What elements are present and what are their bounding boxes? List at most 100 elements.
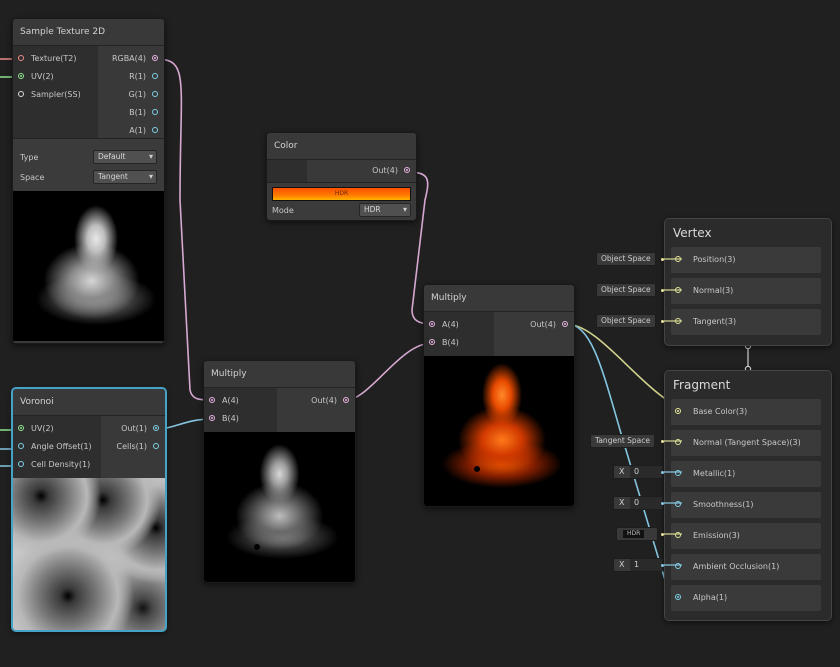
- input-port-b[interactable]: B(4): [424, 334, 494, 352]
- port-pin-icon[interactable]: [675, 532, 681, 538]
- hdr-color-swatch[interactable]: HDR: [272, 187, 411, 201]
- node-title: Multiply: [424, 285, 574, 312]
- fragment-block-alpha[interactable]: Alpha(1): [671, 585, 821, 611]
- type-dropdown[interactable]: Default: [93, 150, 157, 164]
- tangent-space-field[interactable]: Object Space: [596, 314, 656, 328]
- fragment-block-ambient-occlusion[interactable]: Ambient Occlusion(1): [671, 554, 821, 580]
- input-port-angle-offset[interactable]: Angle Offset(1): [13, 438, 101, 456]
- emission-color-field[interactable]: HDR: [616, 527, 658, 541]
- port-pin-icon[interactable]: [153, 425, 159, 431]
- port-pin-icon[interactable]: [343, 397, 349, 403]
- input-port-sampler[interactable]: Sampler(SS): [13, 86, 98, 104]
- fragment-title: Fragment: [673, 378, 731, 392]
- port-pin-icon[interactable]: [675, 563, 681, 569]
- fragment-block-emission[interactable]: Emission(3): [671, 523, 821, 549]
- vertex-block-position[interactable]: Position(3): [671, 247, 821, 273]
- input-port-b[interactable]: B(4): [204, 410, 277, 428]
- port-pin-icon[interactable]: [675, 318, 681, 324]
- output-port-r[interactable]: R(1): [98, 68, 164, 86]
- port-pin-icon[interactable]: [152, 127, 158, 133]
- output-port-out[interactable]: Out(4): [494, 316, 574, 334]
- port-pin-icon[interactable]: [209, 397, 215, 403]
- port-pin-icon[interactable]: [209, 415, 215, 421]
- vertex-stack[interactable]: Vertex Position(3) Normal(3) Tangent(3): [664, 218, 832, 346]
- output-port-out[interactable]: Out(4): [277, 392, 355, 410]
- port-pin-icon[interactable]: [404, 167, 410, 173]
- smoothness-value-field[interactable]: X 0: [613, 496, 663, 510]
- multiply-node-2[interactable]: Multiply A(4) B(4) Out(4): [423, 284, 575, 507]
- voronoi-node[interactable]: Voronoi UV(2) Angle Offset(1) Cell Densi…: [12, 388, 166, 631]
- output-port-cells[interactable]: Cells(1): [101, 438, 165, 456]
- port-dot-icon: [661, 440, 664, 443]
- output-port-rgba[interactable]: RGBA(4): [98, 50, 164, 68]
- vertex-title: Vertex: [673, 226, 712, 240]
- port-pin-icon[interactable]: [562, 321, 568, 327]
- input-port-a[interactable]: A(4): [204, 392, 277, 410]
- fragment-block-metallic[interactable]: Metallic(1): [671, 461, 821, 487]
- metallic-value-field[interactable]: X 0: [613, 465, 663, 479]
- fragment-normal-space-field[interactable]: Tangent Space: [590, 434, 655, 448]
- space-dropdown[interactable]: Tangent: [93, 170, 157, 184]
- port-pin-icon[interactable]: [152, 91, 158, 97]
- port-pin-icon[interactable]: [18, 91, 24, 97]
- fragment-stack[interactable]: Fragment Base Color(3) Normal (Tangent S…: [664, 370, 832, 621]
- color-node[interactable]: Color Out(4) HDR Mode HDR: [266, 132, 417, 221]
- multiply-node-1[interactable]: Multiply A(4) B(4) Out(4): [203, 360, 356, 583]
- node-title: Color: [267, 133, 416, 160]
- port-pin-icon[interactable]: [675, 256, 681, 262]
- input-port-cell-density[interactable]: Cell Density(1): [13, 456, 101, 474]
- port-dot-icon: [661, 533, 664, 536]
- port-pin-icon[interactable]: [152, 109, 158, 115]
- node-title: Multiply: [204, 361, 355, 388]
- dark-spot: [254, 544, 260, 550]
- position-space-field[interactable]: Object Space: [596, 252, 656, 266]
- mode-setting-row: Mode HDR: [272, 201, 411, 219]
- vertex-block-tangent[interactable]: Tangent(3): [671, 309, 821, 335]
- input-port-texture[interactable]: Texture(T2): [13, 50, 98, 68]
- port-pin-icon[interactable]: [675, 501, 681, 507]
- output-port-a[interactable]: A(1): [98, 122, 164, 140]
- port-pin-icon[interactable]: [429, 339, 435, 345]
- dark-spot: [474, 466, 480, 472]
- node-title: Voronoi: [13, 389, 165, 416]
- ambient-occlusion-value-field[interactable]: X 1: [613, 558, 663, 572]
- input-port-uv[interactable]: UV(2): [13, 68, 98, 86]
- fragment-block-smoothness[interactable]: Smoothness(1): [671, 492, 821, 518]
- normal-space-field[interactable]: Object Space: [596, 283, 656, 297]
- port-pin-icon[interactable]: [18, 425, 24, 431]
- sample-texture-2d-node[interactable]: Sample Texture 2D Texture(T2) UV(2) Samp…: [12, 18, 165, 344]
- port-dot-icon: [661, 289, 664, 292]
- vertex-block-normal[interactable]: Normal(3): [671, 278, 821, 304]
- port-pin-icon[interactable]: [675, 470, 681, 476]
- port-pin-icon[interactable]: [153, 443, 159, 449]
- port-dot-icon: [661, 320, 664, 323]
- port-pin-icon[interactable]: [675, 594, 681, 600]
- port-pin-icon[interactable]: [675, 287, 681, 293]
- output-port-g[interactable]: G(1): [98, 86, 164, 104]
- fragment-block-base-color[interactable]: Base Color(3): [671, 399, 821, 425]
- port-dot-icon: [661, 471, 664, 474]
- port-pin-icon[interactable]: [675, 408, 681, 414]
- input-port-uv[interactable]: UV(2): [13, 420, 101, 438]
- port-pin-icon[interactable]: [18, 73, 24, 79]
- output-port-b[interactable]: B(1): [98, 104, 164, 122]
- multiply-preview: [424, 356, 574, 506]
- output-port-out[interactable]: Out(1): [101, 420, 165, 438]
- output-port-out[interactable]: Out(4): [307, 162, 416, 180]
- port-pin-icon[interactable]: [18, 461, 24, 467]
- input-port-a[interactable]: A(4): [424, 316, 494, 334]
- port-pin-icon[interactable]: [18, 55, 24, 61]
- port-pin-icon[interactable]: [429, 321, 435, 327]
- texture-preview: [13, 191, 164, 341]
- port-pin-icon[interactable]: [18, 443, 24, 449]
- port-pin-icon[interactable]: [152, 55, 158, 61]
- port-pin-icon[interactable]: [152, 73, 158, 79]
- fragment-block-normal[interactable]: Normal (Tangent Space)(3): [671, 430, 821, 456]
- port-pin-icon[interactable]: [675, 439, 681, 445]
- type-setting-row: Type Default: [20, 147, 157, 167]
- port-dot-icon: [661, 258, 664, 261]
- wire-multiply1-to-multiply2-b: [345, 342, 433, 401]
- voronoi-preview: [13, 478, 165, 630]
- port-dot-icon: [661, 502, 664, 505]
- mode-dropdown[interactable]: HDR: [359, 203, 411, 217]
